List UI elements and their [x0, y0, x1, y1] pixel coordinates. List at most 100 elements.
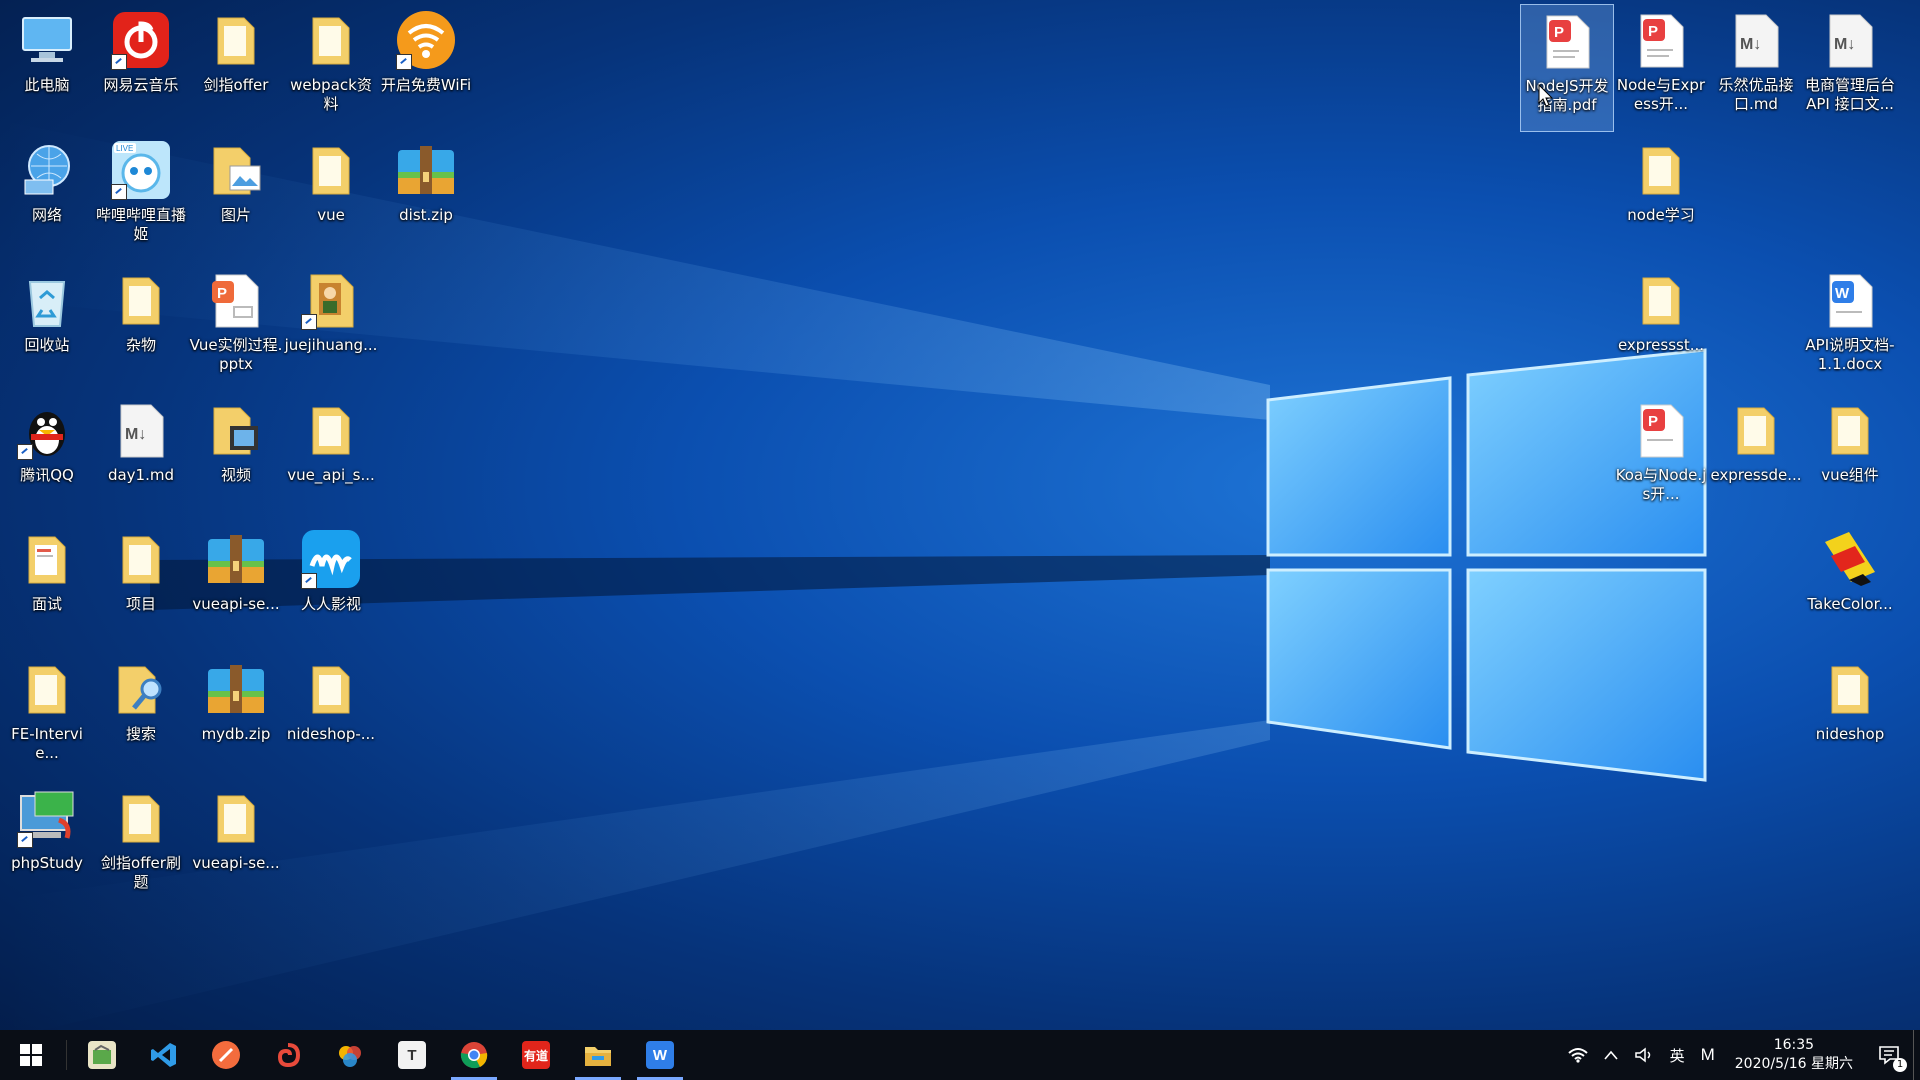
folder-icon: [15, 527, 79, 591]
taskbar-clock[interactable]: 16:35 2020/5/16 星期六: [1723, 1036, 1865, 1074]
color-picker-icon: [1818, 527, 1882, 591]
desktop-icon-free-wifi[interactable]: 开启免费WiFi: [379, 4, 473, 132]
shortcut-arrow-icon: [17, 444, 33, 460]
computer-icon: [15, 8, 79, 72]
start-button[interactable]: [0, 1030, 62, 1080]
netease-music-icon: [109, 8, 173, 72]
pdf-file-icon: P: [1535, 9, 1599, 73]
desktop-icon-network[interactable]: 网络: [0, 134, 94, 262]
taskbar-app-wps[interactable]: W: [629, 1030, 691, 1080]
taskbar-app-paint[interactable]: [319, 1030, 381, 1080]
svg-text:M↓: M↓: [1834, 36, 1855, 53]
bilibili-live-icon: LIVE: [109, 138, 173, 202]
desktop-icon-qq[interactable]: 腾讯QQ: [0, 394, 94, 522]
markdown-file-icon: M↓: [1818, 8, 1882, 72]
taskbar-app-typora[interactable]: T: [381, 1030, 443, 1080]
recycle-bin-icon: [15, 268, 79, 332]
desktop-icon-juejihuang[interactable]: juejihuang...: [284, 264, 378, 392]
desktop-icon-node-study[interactable]: node学习: [1614, 134, 1708, 262]
show-hidden-icons-button[interactable]: [1596, 1030, 1626, 1080]
desktop-icon-vue-components[interactable]: vue组件: [1803, 394, 1897, 522]
pdf-file-icon: P: [1629, 398, 1693, 462]
desktop-icon-takecolor[interactable]: TakeColor...: [1803, 523, 1897, 651]
desktop-icon-netease-music[interactable]: 网易云音乐: [94, 4, 188, 132]
shortcut-arrow-icon: [396, 54, 412, 70]
taskbar-app-chrome[interactable]: [443, 1030, 505, 1080]
clock-date: 2020/5/16 星期六: [1734, 1056, 1853, 1072]
windows-logo-icon: [20, 1044, 42, 1066]
desktop-icon-ecommerce-api[interactable]: M↓ 电商管理后台API 接口文...: [1803, 4, 1897, 132]
wps-writer-icon: W: [646, 1041, 674, 1069]
taskbar-app-postman[interactable]: [195, 1030, 257, 1080]
desktop-icon-bilibili-live[interactable]: LIVE 哔哩哔哩直播姬: [94, 134, 188, 262]
desktop-icon-nideshop-dash[interactable]: nideshop-...: [284, 653, 378, 781]
desktop-icon-recycle-bin[interactable]: 回收站: [0, 264, 94, 392]
desktop-icon-misc-folder[interactable]: 杂物: [94, 264, 188, 392]
typora-icon: T: [398, 1041, 426, 1069]
zip-archive-icon: [204, 657, 268, 721]
desktop-icon-expressde[interactable]: expressde...: [1709, 394, 1803, 522]
network-globe-icon: [15, 138, 79, 202]
folder-icon: [109, 786, 173, 850]
desktop-icon-vueapi-folder-2[interactable]: vueapi-se...: [189, 782, 283, 910]
desktop-icon-interview-folder[interactable]: 面试: [0, 523, 94, 651]
shortcut-arrow-icon: [17, 832, 33, 848]
desktop-icon-phpstudy[interactable]: phpStudy: [0, 782, 94, 910]
desktop-icon-projects-folder[interactable]: 项目: [94, 523, 188, 651]
desktop-icon-vue-pptx[interactable]: P Vue实例过程.pptx: [189, 264, 283, 392]
svg-text:P: P: [1648, 23, 1658, 40]
shortcut-arrow-icon: [111, 54, 127, 70]
desktop-icon-webpack-folder[interactable]: webpack资料: [284, 4, 378, 132]
taskbar-divider: [66, 1040, 67, 1070]
desktop-icon-vue-api-s[interactable]: vue_api_s...: [284, 394, 378, 522]
desktop-icon-nodejs-pdf[interactable]: P NodeJS开发指南.pdf: [1520, 4, 1614, 132]
svg-text:M↓: M↓: [125, 426, 146, 443]
taskbar-app-tool[interactable]: [71, 1030, 133, 1080]
desktop-icon-api-docx[interactable]: W API说明文档-1.1.docx: [1803, 264, 1897, 392]
folder-icon: [299, 398, 363, 462]
show-desktop-button[interactable]: [1913, 1030, 1920, 1080]
ime-language-button[interactable]: 英: [1662, 1030, 1693, 1080]
image-file-icon: [299, 268, 363, 332]
action-center-button[interactable]: 1: [1865, 1030, 1913, 1080]
desktop-icon-koa-node[interactable]: P Koa与Node.js开...: [1614, 394, 1708, 522]
shortcut-arrow-icon: [301, 573, 317, 589]
volume-button[interactable]: [1626, 1030, 1662, 1080]
pdf-file-icon: P: [1629, 8, 1693, 72]
svg-text:W: W: [1835, 285, 1850, 302]
renren-video-icon: [299, 527, 363, 591]
desktop-icon-search-folder[interactable]: 搜索: [94, 653, 188, 781]
desktop-icon-vueapi-zip-1[interactable]: vueapi-se...: [189, 523, 283, 651]
ime-mode-button[interactable]: M: [1693, 1030, 1723, 1080]
desktop-icon-expressst[interactable]: expressst...: [1614, 264, 1708, 392]
wifi-icon: [394, 8, 458, 72]
zip-archive-icon: [204, 527, 268, 591]
qq-penguin-icon: [15, 398, 79, 462]
speaker-icon: [1634, 1047, 1650, 1063]
folder-icon: [109, 527, 173, 591]
desktop-icon-node-express[interactable]: P Node与Express开...: [1614, 4, 1708, 132]
wifi-status-button[interactable]: [1560, 1030, 1596, 1080]
desktop-icon-lerandu-md[interactable]: M↓ 乐然优品接口.md: [1709, 4, 1803, 132]
desktop-icon-mydb-zip[interactable]: mydb.zip: [189, 653, 283, 781]
desktop-icon-offer-practice[interactable]: 剑指offer刷题: [94, 782, 188, 910]
taskbar-app-explorer[interactable]: [567, 1030, 629, 1080]
desktop-icon-renren-video[interactable]: 人人影视: [284, 523, 378, 651]
desktop-icon-pictures-folder[interactable]: 图片: [189, 134, 283, 262]
desktop-icon-day1-md[interactable]: M↓ day1.md: [94, 394, 188, 522]
desktop-icon-fe-interview[interactable]: FE-Intervie...: [0, 653, 94, 781]
desktop-icon-dist-zip[interactable]: dist.zip: [379, 134, 473, 262]
zip-archive-icon: [394, 138, 458, 202]
markdown-file-icon: M↓: [109, 398, 173, 462]
desktop-icon-offer-folder[interactable]: 剑指offer: [189, 4, 283, 132]
desktop-icon-nideshop[interactable]: nideshop: [1803, 653, 1897, 781]
taskbar-app-youdao[interactable]: 有道: [505, 1030, 567, 1080]
desktop-icon-video-folder[interactable]: 视频: [189, 394, 283, 522]
desktop-icon-vue-folder[interactable]: vue: [284, 134, 378, 262]
desktop-icon-this-pc[interactable]: 此电脑: [0, 4, 94, 132]
taskbar-app-swirl[interactable]: [257, 1030, 319, 1080]
folder-icon: [1818, 398, 1882, 462]
taskbar-app-vscode[interactable]: [133, 1030, 195, 1080]
system-tray: 英 M 16:35 2020/5/16 星期六 1: [1560, 1030, 1920, 1080]
docx-file-icon: W: [1818, 268, 1882, 332]
